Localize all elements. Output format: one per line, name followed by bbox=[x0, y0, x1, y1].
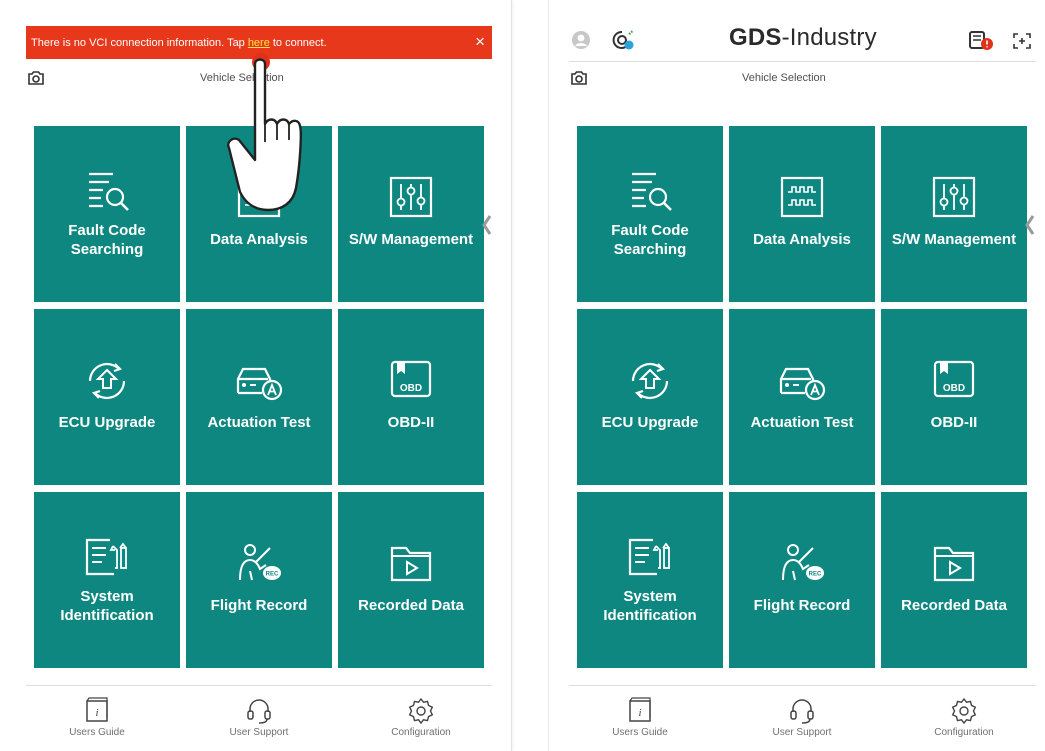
guide-glyph: i bbox=[638, 707, 641, 719]
tile-label: Actuation Test bbox=[750, 414, 854, 431]
close-icon[interactable]: × bbox=[475, 30, 485, 54]
tile-label: S/W Management bbox=[891, 231, 1017, 248]
gear-icon bbox=[951, 697, 977, 724]
obd-badge-text: OBD bbox=[400, 383, 422, 394]
left-screen: There is no VCI connection information. … bbox=[0, 0, 512, 751]
camera-icon[interactable] bbox=[26, 69, 46, 87]
fault-code-search-icon bbox=[89, 172, 129, 211]
user-avatar-icon[interactable] bbox=[571, 30, 591, 50]
nav-configuration[interactable]: Configuration bbox=[366, 686, 476, 751]
recorded-folder-icon bbox=[390, 546, 432, 582]
waveform-icon bbox=[780, 176, 824, 218]
tile-label: Recorded Data bbox=[901, 597, 1007, 614]
obd-icon: OBD bbox=[933, 360, 975, 398]
system-id-icon bbox=[85, 538, 127, 576]
screen-capture-icon[interactable] bbox=[1012, 32, 1032, 50]
nav-users-guide[interactable]: i Users Guide bbox=[585, 686, 695, 751]
tile-system-identification[interactable]: System Identification bbox=[34, 492, 180, 668]
nav-label: User Support bbox=[229, 727, 289, 738]
nav-label: User Support bbox=[772, 727, 832, 738]
nav-label: Users Guide bbox=[612, 727, 668, 738]
fault-code-search-icon bbox=[632, 172, 672, 211]
nav-configuration[interactable]: Configuration bbox=[909, 686, 1019, 751]
tile-ecu-upgrade[interactable]: ECU Upgrade bbox=[577, 309, 723, 485]
right-screen: GDS-Industry Vehicle Selection Fault Cod… bbox=[548, 0, 1045, 751]
banner-text: There is no VCI connection information. … bbox=[31, 36, 245, 49]
tile-data-analysis[interactable]: Data Analysis bbox=[729, 126, 875, 302]
vehicle-selection-label[interactable]: Vehicle Selection bbox=[742, 72, 826, 84]
tile-label: Data Analysis bbox=[753, 231, 851, 248]
nav-users-guide[interactable]: i Users Guide bbox=[42, 686, 152, 751]
car-actuation-icon bbox=[236, 367, 283, 401]
scroll-edge-indicator bbox=[482, 215, 492, 235]
nav-label: Configuration bbox=[934, 727, 994, 738]
brand-prefix: GDS bbox=[729, 24, 782, 51]
flight-record-icon: REC bbox=[782, 544, 824, 581]
system-id-icon bbox=[628, 538, 670, 576]
tile-label: System Identification bbox=[60, 588, 154, 624]
tile-flight-record[interactable]: REC Flight Record bbox=[186, 492, 332, 668]
recorded-folder-icon bbox=[933, 546, 975, 582]
nav-user-support[interactable]: User Support bbox=[204, 686, 314, 751]
headset-icon bbox=[247, 699, 271, 724]
tile-fault-code-searching[interactable]: Fault Code Searching bbox=[577, 126, 723, 302]
book-info-icon: i bbox=[629, 697, 651, 722]
guide-glyph: i bbox=[95, 707, 98, 719]
tile-label: Fault Code Searching bbox=[611, 222, 689, 258]
tile-obd-ii[interactable]: OBD OBD-II bbox=[881, 309, 1027, 485]
tile-actuation-test[interactable]: Actuation Test bbox=[186, 309, 332, 485]
vci-connection-icon[interactable] bbox=[611, 28, 635, 52]
tile-label: Fault Code Searching bbox=[68, 222, 146, 258]
tile-system-identification[interactable]: System Identification bbox=[577, 492, 723, 668]
tile-obd-ii[interactable]: OBD OBD-II bbox=[338, 309, 484, 485]
header-bar: GDS-Industry bbox=[569, 22, 1036, 62]
obd-badge-text: OBD bbox=[943, 383, 965, 394]
tile-ecu-upgrade[interactable]: ECU Upgrade bbox=[34, 309, 180, 485]
book-info-icon: i bbox=[86, 697, 108, 722]
nav-user-support[interactable]: User Support bbox=[747, 686, 857, 751]
flight-record-icon: REC bbox=[239, 544, 281, 581]
rec-badge-text: REC bbox=[266, 572, 279, 578]
tile-label: Flight Record bbox=[753, 597, 851, 614]
rec-badge-text: REC bbox=[809, 572, 822, 578]
vehicle-selection-row: Vehicle Selection bbox=[569, 68, 1036, 90]
tap-hand-icon bbox=[227, 53, 302, 212]
obd-icon: OBD bbox=[390, 360, 432, 398]
tile-label: ECU Upgrade bbox=[601, 414, 699, 431]
camera-icon[interactable] bbox=[569, 69, 589, 87]
bottom-nav: i Users Guide User Support Configuration bbox=[26, 685, 492, 751]
tile-actuation-test[interactable]: Actuation Test bbox=[729, 309, 875, 485]
ecu-upgrade-icon bbox=[631, 362, 669, 400]
tile-recorded-data[interactable]: Recorded Data bbox=[881, 492, 1027, 668]
tile-label: ECU Upgrade bbox=[58, 414, 156, 431]
tile-label: Recorded Data bbox=[358, 597, 464, 614]
tile-sw-management[interactable]: S/W Management bbox=[338, 126, 484, 302]
tile-recorded-data[interactable]: Recorded Data bbox=[338, 492, 484, 668]
banner-text-end: to connect. bbox=[272, 36, 327, 49]
tile-fault-code-searching[interactable]: Fault Code Searching bbox=[34, 126, 180, 302]
nav-label: Users Guide bbox=[69, 727, 125, 738]
nav-label: Configuration bbox=[391, 727, 451, 738]
tile-sw-management[interactable]: S/W Management bbox=[881, 126, 1027, 302]
tile-label: S/W Management bbox=[348, 231, 474, 248]
ecu-upgrade-icon bbox=[88, 362, 126, 400]
tile-label: OBD-II bbox=[930, 414, 978, 431]
tile-flight-record[interactable]: REC Flight Record bbox=[729, 492, 875, 668]
brand-suffix: -Industry bbox=[781, 24, 877, 51]
tile-label: Flight Record bbox=[210, 597, 308, 614]
scroll-edge-indicator bbox=[1025, 215, 1035, 235]
tile-label: Actuation Test bbox=[207, 414, 311, 431]
car-actuation-icon bbox=[779, 367, 826, 401]
sliders-icon bbox=[389, 176, 433, 218]
bottom-nav: i Users Guide User Support Configuration bbox=[569, 685, 1036, 751]
tile-label: OBD-II bbox=[387, 414, 435, 431]
sliders-icon bbox=[932, 176, 976, 218]
headset-icon bbox=[790, 699, 814, 724]
gear-icon bbox=[408, 697, 434, 724]
brand-logo: GDS-Industry bbox=[729, 24, 877, 52]
device-alert-icon[interactable] bbox=[968, 28, 994, 52]
connect-link[interactable]: here bbox=[248, 37, 270, 49]
tile-label: System Identification bbox=[603, 588, 697, 624]
